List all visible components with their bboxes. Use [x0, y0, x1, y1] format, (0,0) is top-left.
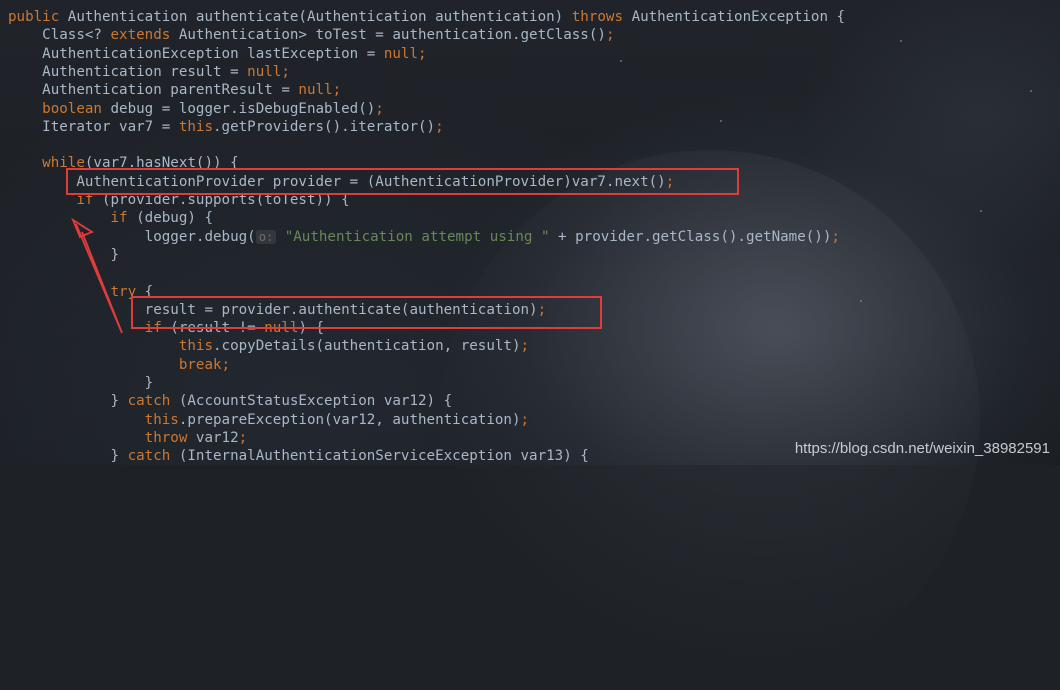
red-arrow-icon [71, 217, 123, 334]
watermark-url: https://blog.csdn.net/weixin_38982591 [794, 440, 1050, 457]
